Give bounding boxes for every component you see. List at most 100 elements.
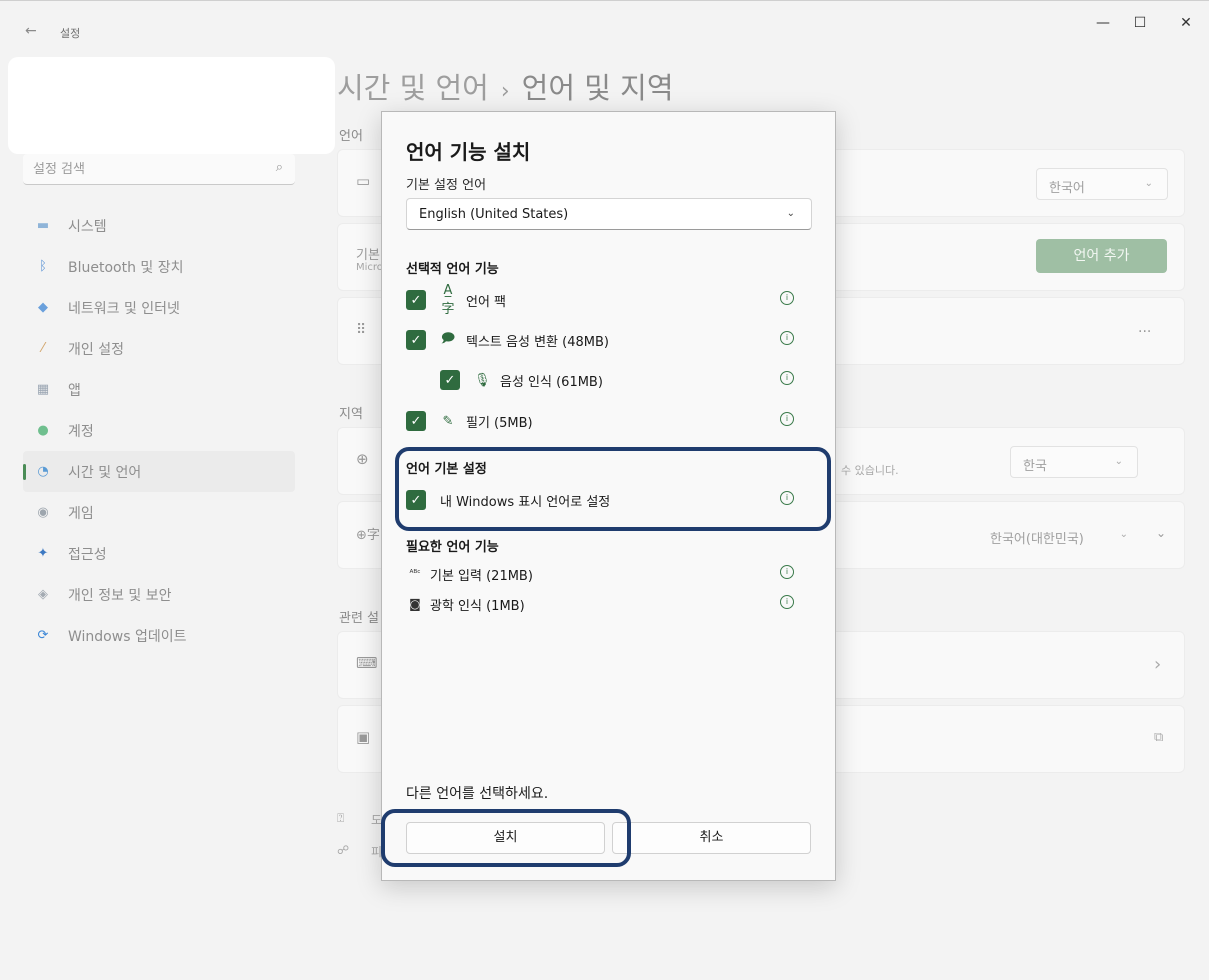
close-button[interactable]: ✕ xyxy=(1176,15,1196,31)
user-profile-card[interactable] xyxy=(8,57,335,154)
sidebar-item-label: 게임 xyxy=(68,505,94,522)
preferred-language-label: 기본 설정 언어 xyxy=(406,178,487,193)
drag-handle-icon[interactable]: ⠿ xyxy=(356,322,366,338)
sidebar-item-label: 시스템 xyxy=(68,218,107,235)
checkbox-checked[interactable]: ✓ xyxy=(440,370,460,390)
info-icon[interactable]: i xyxy=(780,565,794,579)
account-icon: ● xyxy=(37,423,49,438)
accessibility-icon: ✦ xyxy=(37,546,49,561)
sidebar-item-bluetooth[interactable]: ᛒ Bluetooth 및 장치 xyxy=(23,246,295,287)
feature-language-pack[interactable]: ✓ A̲字 언어 팩 i xyxy=(406,283,812,317)
info-icon[interactable]: i xyxy=(780,371,794,385)
gaming-icon: ◉ xyxy=(37,505,49,520)
display-language-dropdown[interactable]: 한국어 ⌄ xyxy=(1036,168,1168,200)
info-icon[interactable]: i xyxy=(780,491,794,505)
region-hint-text: 수 있습니다. xyxy=(841,464,899,477)
breadcrumb-separator: › xyxy=(500,79,510,104)
choose-other-language-link[interactable]: 다른 언어를 선택하세요. xyxy=(406,783,548,803)
shield-icon: ◈ xyxy=(38,587,48,602)
breadcrumb-parent[interactable]: 시간 및 언어 xyxy=(337,71,489,105)
feature-label: 광학 인식 (1MB) xyxy=(430,598,525,614)
handwriting-icon: ✎ xyxy=(442,413,454,429)
settings-search[interactable]: ⌕ xyxy=(23,154,295,185)
ocr-icon: ◙ xyxy=(409,597,421,611)
preferred-languages-label: 기본 xyxy=(356,248,380,263)
wifi-icon: ◆ xyxy=(38,300,48,315)
text-to-speech-icon: 🗩 xyxy=(440,331,456,346)
install-button[interactable]: 설치 xyxy=(406,822,605,854)
cancel-button[interactable]: 취소 xyxy=(612,822,811,854)
feature-label: 필기 (5MB) xyxy=(466,415,533,431)
dialog-title: 언어 기능 설치 xyxy=(406,140,531,164)
sidebar-item-wifi[interactable]: ◆ 네트워크 및 인터넷 xyxy=(23,287,295,328)
sidebar-item-shield[interactable]: ◈ 개인 정보 및 보안 xyxy=(23,574,295,615)
sidebar-item-update[interactable]: ⟳ Windows 업데이트 xyxy=(23,615,295,656)
minimize-button[interactable]: — xyxy=(1093,15,1113,31)
feature-label: 기본 입력 (21MB) xyxy=(430,568,533,584)
chevron-right-icon: › xyxy=(1154,654,1162,675)
chevron-down-icon: ⌄ xyxy=(786,208,795,219)
optional-features-heading: 선택적 언어 기능 xyxy=(406,262,499,277)
info-icon[interactable]: i xyxy=(780,291,794,305)
info-icon[interactable]: i xyxy=(780,331,794,345)
more-options-icon[interactable]: ··· xyxy=(1138,324,1151,340)
regional-format-dropdown[interactable]: 한국어(대한민국) ⌄ xyxy=(978,520,1142,552)
sidebar-item-label: 접근성 xyxy=(68,546,107,563)
search-input[interactable] xyxy=(23,154,253,184)
sidebar-item-label: Windows 업데이트 xyxy=(68,628,187,645)
sidebar-item-account[interactable]: ● 계정 xyxy=(23,410,295,451)
sidebar-item-system[interactable]: ▬ 시스템 xyxy=(23,205,295,246)
expand-chevron-icon[interactable]: ⌄ xyxy=(1156,526,1166,540)
checkbox-checked[interactable]: ✓ xyxy=(406,411,426,431)
add-language-button[interactable]: 언어 추가 xyxy=(1036,239,1167,273)
feature-speech-recognition[interactable]: ✓ 🎙 음성 인식 (61MB) i xyxy=(440,368,812,392)
sidebar-nav: ▬ 시스템 ᛒ Bluetooth 및 장치 ◆ 네트워크 및 인터넷 ⁄ 개인 설정 ▦ 앱 ● 계… xyxy=(23,205,295,656)
apps-icon: ▦ xyxy=(36,382,50,397)
set-display-language-option[interactable]: ✓ 내 Windows 표시 언어로 설정 i xyxy=(406,488,812,512)
language-preferences-heading: 언어 기본 설정 xyxy=(406,462,487,477)
brush-icon: ⁄ xyxy=(41,341,45,356)
section-region-label: 지역 xyxy=(339,407,363,422)
sidebar-item-accessibility[interactable]: ✦ 접근성 xyxy=(23,533,295,574)
system-icon: ▬ xyxy=(36,218,50,233)
preferred-language-select[interactable]: English (United States) ⌄ xyxy=(406,198,812,230)
chevron-down-icon: ⌄ xyxy=(1114,456,1123,467)
info-icon[interactable]: i xyxy=(780,412,794,426)
feature-basic-typing: ᴬᴮᶜ 기본 입력 (21MB) i xyxy=(406,562,812,586)
sidebar-item-label: 네트워크 및 인터넷 xyxy=(68,300,180,317)
country-dropdown[interactable]: 한국 ⌄ xyxy=(1010,446,1138,478)
title-bar: ← 설정 — ☐ ✕ xyxy=(0,1,1209,47)
language-pack-icon: A̲字 xyxy=(441,283,455,317)
preferred-languages-sub: Micro xyxy=(356,262,383,273)
update-icon: ⟳ xyxy=(37,628,49,643)
info-icon[interactable]: i xyxy=(780,595,794,609)
sidebar-item-gaming[interactable]: ◉ 게임 xyxy=(23,492,295,533)
section-related-label: 관련 설 xyxy=(339,611,380,626)
chevron-down-icon: ⌄ xyxy=(1119,529,1128,540)
section-language-label: 언어 xyxy=(339,129,363,144)
monitor-icon: ▭ xyxy=(356,172,371,190)
checkbox-checked[interactable]: ✓ xyxy=(406,330,426,350)
sidebar-item-label: 시간 및 언어 xyxy=(68,464,142,481)
maximize-button[interactable]: ☐ xyxy=(1130,15,1150,31)
feedback-icon: ☍ xyxy=(337,843,350,857)
feature-ocr: ◙ 광학 인식 (1MB) i xyxy=(406,592,812,616)
sidebar-item-apps[interactable]: ▦ 앱 xyxy=(23,369,295,410)
admin-shield-icon: ▣ xyxy=(356,728,371,746)
regional-format-icon: ⊕字 xyxy=(356,528,380,543)
sidebar-item-label: 계정 xyxy=(68,423,94,440)
feature-label: 언어 팩 xyxy=(466,294,507,310)
checkbox-checked[interactable]: ✓ xyxy=(406,490,426,510)
search-icon: ⌕ xyxy=(275,160,283,175)
breadcrumb: 시간 및 언어 › 언어 및 지역 xyxy=(337,65,674,107)
back-arrow-icon[interactable]: ← xyxy=(25,23,37,39)
feature-handwriting[interactable]: ✓ ✎ 필기 (5MB) i xyxy=(406,409,812,433)
spellcheck-icon: ᴬᴮᶜ xyxy=(409,569,421,579)
sidebar-item-time-language[interactable]: ◔ 시간 및 언어 xyxy=(23,451,295,492)
feature-text-to-speech[interactable]: ✓ 🗩 텍스트 음성 변환 (48MB) i xyxy=(406,328,812,352)
install-language-features-dialog: 언어 기능 설치 기본 설정 언어 English (United States… xyxy=(381,111,836,881)
settings-window: ← 설정 — ☐ ✕ ⌕ ▬ 시스템 ᛒ Bluetooth 및 장치 ◆ 네트워크 및 … xyxy=(0,0,1209,980)
active-indicator xyxy=(23,464,26,480)
sidebar-item-brush[interactable]: ⁄ 개인 설정 xyxy=(23,328,295,369)
checkbox-checked[interactable]: ✓ xyxy=(406,290,426,310)
